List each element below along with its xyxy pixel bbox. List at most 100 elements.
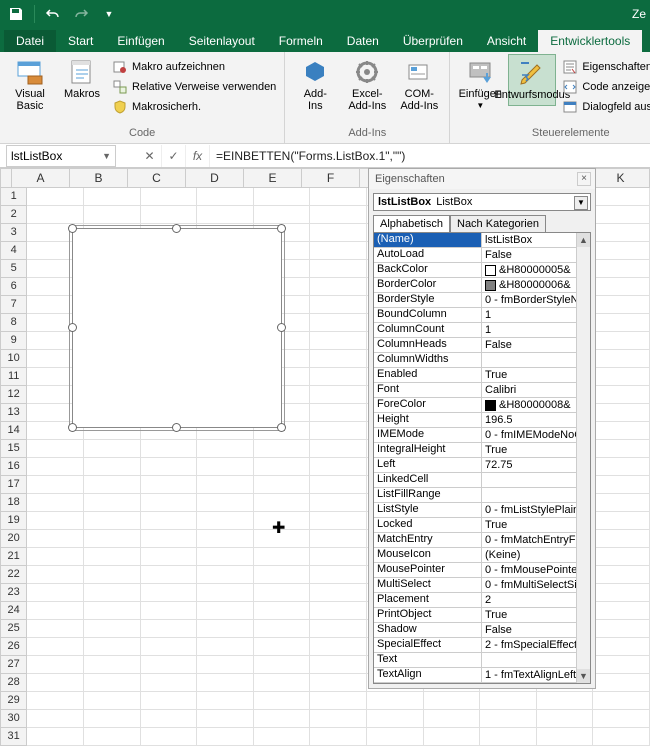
cell[interactable] [197, 512, 254, 530]
row-header[interactable]: 18 [0, 494, 27, 512]
cell[interactable] [367, 710, 424, 728]
property-row[interactable]: ColumnWidths [374, 353, 590, 368]
cell[interactable] [310, 584, 367, 602]
cell[interactable] [254, 494, 311, 512]
object-dropdown[interactable]: ▼ [574, 196, 588, 210]
property-row[interactable]: EnabledTrue [374, 368, 590, 383]
row-header[interactable]: 29 [0, 692, 27, 710]
cell[interactable] [197, 710, 254, 728]
property-row[interactable]: Text [374, 653, 590, 668]
cell[interactable] [197, 566, 254, 584]
cell[interactable] [254, 530, 311, 548]
tab-datei[interactable]: Datei [4, 30, 56, 52]
cell[interactable] [254, 710, 311, 728]
cell[interactable] [254, 458, 311, 476]
row-header[interactable]: 24 [0, 602, 27, 620]
cell[interactable] [593, 566, 650, 584]
tab-entwicklertools[interactable]: Entwicklertools [538, 30, 642, 52]
cell[interactable] [593, 440, 650, 458]
cell[interactable] [27, 548, 84, 566]
excel-addins-button[interactable]: Excel- Add-Ins [343, 54, 391, 116]
cell[interactable] [141, 476, 198, 494]
property-row[interactable]: AutoLoadFalse [374, 248, 590, 263]
fx-button[interactable]: fx [186, 145, 210, 167]
cell[interactable] [424, 728, 481, 746]
cell[interactable] [254, 656, 311, 674]
cell[interactable] [84, 620, 141, 638]
einfuegen-button[interactable]: Einfügen▼ [456, 54, 504, 115]
row-header[interactable]: 17 [0, 476, 27, 494]
cell[interactable] [254, 674, 311, 692]
cell[interactable] [197, 206, 254, 224]
cell[interactable] [27, 674, 84, 692]
cell[interactable] [310, 206, 367, 224]
row-header[interactable]: 16 [0, 458, 27, 476]
property-value[interactable]: True [482, 518, 590, 532]
property-row[interactable]: (Name)lstListBox [374, 233, 590, 248]
cell[interactable] [254, 566, 311, 584]
cell[interactable] [367, 692, 424, 710]
visual-basic-button[interactable]: Visual Basic [6, 54, 54, 116]
listbox-object[interactable] [72, 228, 282, 428]
cell[interactable] [310, 566, 367, 584]
properties-object-selector[interactable]: lstListBox ListBox ▼ [373, 193, 591, 211]
row-header[interactable]: 9 [0, 332, 27, 350]
cell[interactable] [141, 584, 198, 602]
cell[interactable] [254, 638, 311, 656]
cell[interactable] [197, 692, 254, 710]
cell[interactable] [84, 674, 141, 692]
cell[interactable] [593, 656, 650, 674]
cell[interactable] [141, 188, 198, 206]
column-header[interactable]: K [592, 168, 650, 188]
cell[interactable] [310, 674, 367, 692]
cell[interactable] [537, 728, 594, 746]
tab-alphabetisch[interactable]: Alphabetisch [373, 215, 450, 232]
row-header[interactable]: 20 [0, 530, 27, 548]
cell[interactable] [593, 296, 650, 314]
property-value[interactable]: &H80000006& [482, 278, 590, 292]
cell[interactable] [310, 314, 367, 332]
cell[interactable] [593, 710, 650, 728]
row-header[interactable]: 19 [0, 512, 27, 530]
row-header[interactable]: 5 [0, 260, 27, 278]
name-box[interactable]: lstListBox▼ [6, 145, 116, 167]
cell[interactable] [27, 440, 84, 458]
cell[interactable] [310, 224, 367, 242]
cell[interactable] [197, 584, 254, 602]
cell[interactable] [84, 530, 141, 548]
cell[interactable] [254, 584, 311, 602]
cell[interactable] [310, 296, 367, 314]
cell[interactable] [310, 278, 367, 296]
dialogfeld-button[interactable]: Dialogfeld ausführen [560, 98, 650, 116]
cell[interactable] [197, 548, 254, 566]
property-value[interactable]: (Keine) [482, 548, 590, 562]
property-value[interactable]: True [482, 443, 590, 457]
code-anzeigen-button[interactable]: Code anzeigen [560, 78, 650, 96]
cell[interactable] [84, 656, 141, 674]
property-value[interactable]: 0 - fmListStylePlain [482, 503, 590, 517]
cell[interactable] [593, 278, 650, 296]
resize-handle-ne[interactable] [277, 224, 286, 233]
property-row[interactable]: ForeColor&H80000008& [374, 398, 590, 413]
cell[interactable] [593, 494, 650, 512]
cell[interactable] [27, 458, 84, 476]
properties-close-button[interactable]: × [577, 172, 591, 186]
cell[interactable] [141, 530, 198, 548]
cell[interactable] [593, 404, 650, 422]
row-header[interactable]: 3 [0, 224, 27, 242]
cell[interactable] [593, 314, 650, 332]
cell[interactable] [310, 692, 367, 710]
row-header[interactable]: 22 [0, 566, 27, 584]
cell[interactable] [141, 602, 198, 620]
cell[interactable] [593, 242, 650, 260]
cell[interactable] [27, 494, 84, 512]
property-value[interactable]: 1 [482, 323, 590, 337]
cell[interactable] [480, 728, 537, 746]
cell[interactable] [141, 638, 198, 656]
cell[interactable] [84, 638, 141, 656]
property-row[interactable]: LockedTrue [374, 518, 590, 533]
cell[interactable] [27, 188, 84, 206]
property-value[interactable]: False [482, 338, 590, 352]
column-header[interactable]: C [128, 168, 186, 188]
cell[interactable] [141, 512, 198, 530]
